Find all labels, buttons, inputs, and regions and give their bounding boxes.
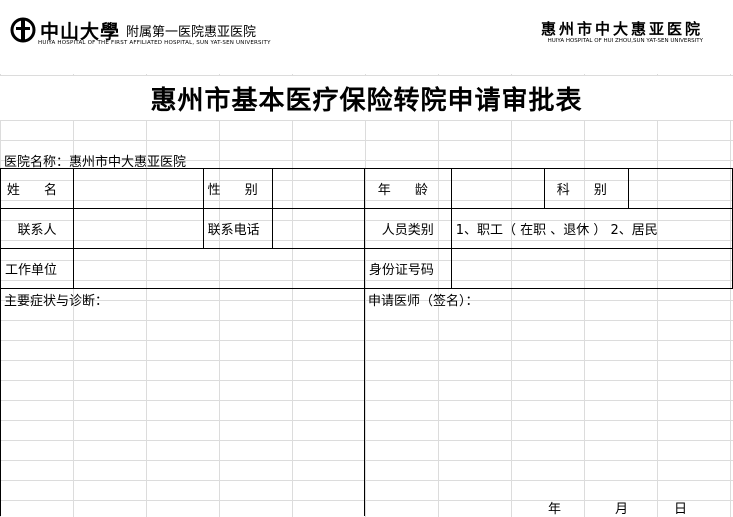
id-field[interactable] [450, 248, 733, 289]
letterhead: 中山大學 附属第一医院惠亚医院 HUIYA HOSPITAL OF THE FI… [0, 0, 733, 74]
phone-label: 联系电话 [202, 208, 273, 249]
right-logo-name: 惠州市中大惠亚医院 [540, 20, 703, 38]
gender-label: 性 别 [202, 168, 273, 209]
work-field[interactable] [72, 248, 365, 289]
dept-field[interactable] [628, 168, 733, 209]
form-title: 惠州市基本医疗保险转院申请审批表 [150, 86, 583, 116]
gender-field[interactable] [271, 168, 365, 209]
category-options: 1、职工（ 在职 、退休 ） 2、居民 [450, 208, 733, 249]
symptoms-label: 主要症状与诊断： [4, 294, 109, 309]
doctor-signature-label: 申请医师（签名）： [368, 294, 479, 309]
phone-field[interactable] [271, 208, 365, 249]
date-year-label: 年 [548, 502, 562, 517]
details-box [0, 288, 733, 516]
work-label: 工作单位 [0, 248, 74, 289]
date-month-label: 月 [615, 502, 629, 517]
category-label: 人员类别 [363, 208, 452, 249]
form-table: 姓 名 性 别 年 龄 科 别 联系人 联系电话 人员类别 1、职工（ 在职 、… [0, 168, 733, 289]
name-field[interactable] [72, 168, 204, 209]
name-label: 姓 名 [0, 168, 74, 209]
left-logo-subtitle: 附属第一医院惠亚医院 [126, 24, 257, 40]
details-divider [364, 288, 365, 516]
sysu-emblem-icon [10, 17, 36, 43]
age-label: 年 龄 [363, 168, 452, 209]
date-day-label: 日 [674, 502, 688, 517]
contact-label: 联系人 [0, 208, 74, 249]
age-field[interactable] [450, 168, 546, 209]
dept-label: 科 别 [544, 168, 630, 209]
contact-field[interactable] [72, 208, 204, 249]
right-logo-english: HUIYA HOSPITAL OF HUI ZHOU,SUN YAT-SEN U… [547, 38, 703, 44]
left-logo-english: HUIYA HOSPITAL OF THE FIRST AFFILIATED H… [38, 40, 271, 46]
id-label: 身份证号码 [363, 248, 452, 289]
